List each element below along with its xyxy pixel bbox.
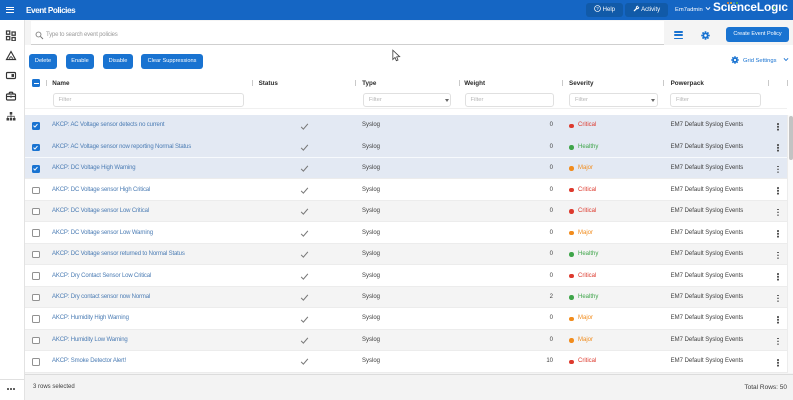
svg-text:?: ? xyxy=(596,6,599,11)
